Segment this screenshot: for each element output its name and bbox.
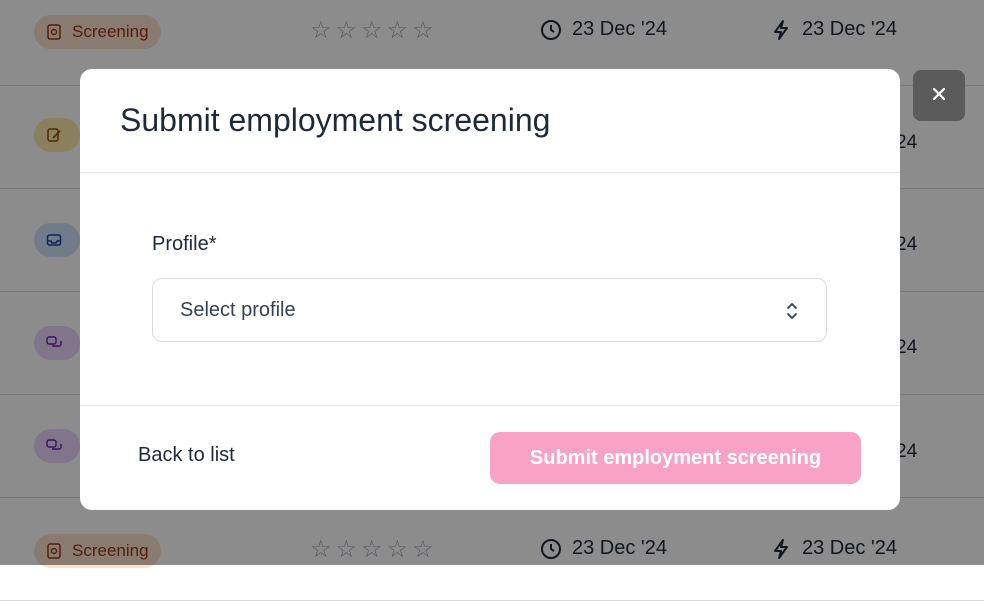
profile-label: Profile* — [152, 233, 217, 255]
profile-select[interactable]: Select profile — [152, 278, 827, 342]
back-to-list-link[interactable]: Back to list — [138, 444, 235, 467]
profile-select-value: Select profile — [180, 298, 296, 321]
submit-screening-button[interactable]: Submit employment screening — [490, 432, 861, 484]
close-icon — [931, 86, 947, 105]
submit-screening-dialog: Submit employment screening Profile* Sel… — [80, 69, 900, 510]
dialog-header: Submit employment screening — [80, 69, 900, 173]
dialog-body: Profile* Select profile — [80, 173, 900, 406]
close-button[interactable] — [913, 70, 965, 121]
dialog-footer: Back to list Submit employment screening — [80, 406, 900, 510]
dialog-title: Submit employment screening — [120, 102, 551, 138]
chevron-up-down-icon — [784, 299, 800, 323]
